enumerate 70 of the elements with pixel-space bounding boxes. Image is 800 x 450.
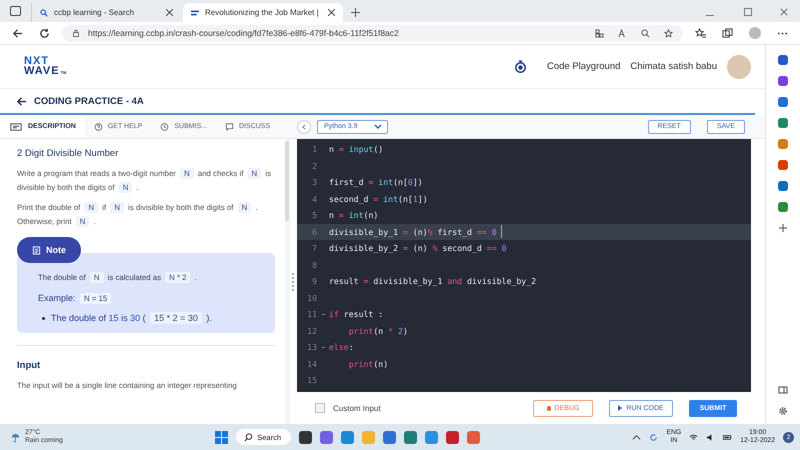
scrollbar-thumb[interactable] (285, 141, 289, 221)
apps-icon[interactable] (595, 28, 604, 38)
code-line: else: (329, 342, 354, 352)
checkbox-label[interactable]: Custom Input (333, 404, 381, 412)
line-number: 2 (311, 160, 317, 171)
document-icon (9, 122, 23, 130)
note-bullet: The double of 15 is 30 ( 15 * 2 = 30 ). (38, 313, 265, 323)
code-line: result = divisible_by_1 and divisible_by_2 (329, 276, 536, 286)
resize-handle[interactable] (292, 272, 295, 290)
line-number: 15 (306, 375, 317, 386)
add-icon[interactable] (778, 223, 788, 233)
line-number: 8 (311, 260, 317, 270)
collections-icon[interactable] (722, 28, 733, 38)
site-icon (191, 8, 199, 16)
note-badge: Note (17, 237, 81, 263)
code-line: if result : (329, 309, 384, 320)
star-icon[interactable] (664, 28, 673, 38)
battery-icon[interactable] (723, 432, 732, 442)
code-line: n = input() (329, 144, 384, 154)
wifi-icon[interactable] (689, 432, 698, 442)
back-icon[interactable] (12, 28, 23, 38)
settings-icon[interactable] (778, 406, 788, 416)
line-number: 7 (311, 243, 317, 254)
line-number: 1 (311, 144, 317, 154)
sidebar-toggle-icon[interactable] (778, 385, 788, 395)
code-line: print(n * 2) (348, 326, 408, 336)
rain-cloud-icon[interactable] (10, 432, 21, 442)
clock-icon (160, 122, 170, 130)
user-name[interactable]: Chimata satish babu (630, 61, 717, 72)
problem-title: 2 Digit Divisible Number (17, 148, 120, 159)
address-bar[interactable]: https://learning.ccbp.in/crash-course/coding/fd7fe386-e8f6-479f-b4c6-11f2f51f8ac2 (62, 24, 683, 42)
stopwatch-icon[interactable] (514, 60, 527, 73)
line-number: 3 (311, 177, 317, 188)
code-line: first_d = int(n[0]) (329, 177, 423, 188)
chevron-down-icon (374, 124, 382, 130)
section-heading: Input (17, 360, 42, 371)
start-icon[interactable] (215, 430, 228, 444)
maximize-icon[interactable] (744, 8, 752, 16)
text-cursor (500, 225, 502, 238)
code-line: print(n) (348, 358, 388, 369)
browser-tab[interactable]: Revolutionizing the Job Market | (183, 3, 343, 22)
read-aloud-icon[interactable] (618, 28, 627, 38)
code-line: second_d = int(n[1]) (329, 194, 428, 204)
line-number: 13 (306, 342, 317, 352)
close-icon[interactable] (166, 9, 173, 16)
line-number: 9 (311, 276, 317, 286)
zoom-icon[interactable] (641, 28, 650, 38)
line-number: 14 (306, 358, 317, 369)
refresh-icon[interactable] (39, 28, 50, 38)
close-icon[interactable] (328, 9, 335, 16)
code-playground-link[interactable]: Code Playground (546, 61, 620, 72)
code-line: divisible_by_1 = (n)% first_d == 0 (329, 226, 497, 237)
code-line: n = int(n) (329, 210, 378, 220)
line-number: 10 (306, 292, 317, 303)
chevron-up-icon[interactable] (632, 432, 642, 442)
tab-actions-icon[interactable] (10, 6, 21, 16)
chevron-left-icon (302, 124, 306, 130)
lock-icon (72, 29, 80, 37)
close-icon[interactable] (780, 8, 788, 16)
code-line: divisible_by_2 = (n) % second_d == 0 (329, 243, 507, 254)
line-number: 4 (311, 194, 317, 204)
checkbox[interactable] (315, 403, 325, 413)
line-number: 5 (311, 210, 317, 220)
line-number: 11 (306, 309, 317, 320)
page-title: CODING PRACTICE - 4A (34, 96, 144, 106)
line-number: 6 (311, 226, 317, 237)
favorites-icon[interactable] (695, 28, 706, 38)
back-arrow-icon[interactable] (16, 96, 27, 106)
sync-icon[interactable] (649, 432, 658, 442)
line-number: 12 (306, 326, 317, 336)
